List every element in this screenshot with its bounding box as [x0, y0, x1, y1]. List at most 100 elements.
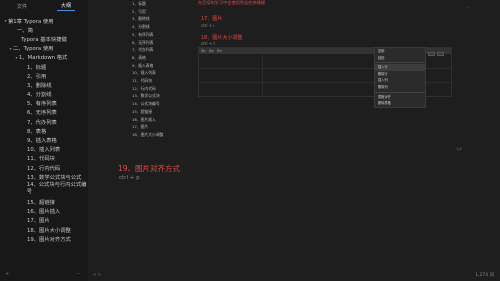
section-17-title: 17、图片 [201, 16, 223, 22]
outline-item[interactable]: 3、删除线 [0, 80, 88, 89]
outline-item-label: 14、公式块与行内公式编号 [26, 182, 87, 196]
outline-item-label: 7、代办列表 [27, 119, 57, 126]
outline-item-label: 10、插入列表 [27, 147, 61, 154]
outline-item[interactable]: 一、简 [0, 25, 88, 34]
outline-item[interactable]: 18、图片大小调整 [0, 225, 88, 234]
section-19-code: ctrl + p [119, 175, 140, 181]
table-col-1: 列1 [201, 49, 206, 53]
outline-item-label: 6、无序列表 [27, 110, 57, 117]
outline-item-label: 16、图片插入 [27, 209, 61, 216]
menu-separator [375, 62, 425, 64]
table-tool-button[interactable] [437, 52, 444, 56]
context-menu-item[interactable]: 表格对齐 [375, 94, 425, 101]
list-item: 18、图片大小调整 [132, 131, 164, 137]
sidebar-tabs: 文件 大纲 [0, 0, 88, 12]
outline-item[interactable]: 16、图片插入 [0, 207, 88, 216]
outline-item[interactable]: 2、引用 [0, 71, 88, 80]
table-col-2: 列2 [208, 49, 214, 53]
outline-item-label: 12、行内代码 [27, 165, 61, 172]
outline-item-label: 1、标题 [27, 64, 47, 71]
word-count[interactable]: 1,274 词 [475, 272, 494, 278]
list-item: 10、插入列表 [132, 70, 156, 76]
list-item: 1、标题 [132, 1, 146, 6]
table-col-3: 列3 [216, 49, 222, 53]
outline-item[interactable]: 7、代办列表 [0, 117, 88, 126]
menu-separator [375, 91, 425, 93]
outline-item-label: 2、引用 [27, 73, 47, 80]
outline-item[interactable]: ▾ 二、Typora 使用 [0, 44, 88, 53]
outline-item-label: 18、图片大小调整 [27, 227, 71, 234]
more-icon[interactable]: ⋯ [76, 271, 81, 277]
outline-item[interactable]: 15、超链接 [0, 197, 88, 206]
outline-item-label: 15、超链接 [27, 199, 55, 206]
list-item: 6、无序列表 [132, 39, 154, 45]
outline-tree: ▾ 第1章 Typora 使用一、简 Typora 基本快捷键 ▾ 二、Typora 使… [0, 12, 88, 243]
context-menu-item[interactable]: 删除表格 [375, 100, 425, 107]
list-item: 14、公式块编号 [132, 101, 160, 107]
context-menu-item[interactable]: 删除行 [375, 71, 425, 78]
outline-item[interactable]: ▾ 1、Markdown 格式 [0, 53, 88, 62]
outline-item[interactable]: 4、分割线 [0, 90, 88, 99]
outline-item[interactable]: 9、插入表格 [0, 135, 88, 144]
top-note: 在后续的学习中会使用到这些快捷键 [198, 0, 266, 5]
context-menu-item[interactable]: 复制 [375, 48, 425, 55]
list-item: 4、分割线 [132, 24, 150, 30]
context-menu-item[interactable]: 粘贴 [375, 55, 425, 62]
outline-item-label: 8、表格 [27, 128, 47, 135]
outline-item[interactable]: 11、代码块 [0, 154, 88, 163]
table-toolbar [428, 52, 444, 56]
sidebar: 文件 大纲 ▾ 第1章 Typora 使用一、简 Typora 基本快捷键 ▾ 二、Ty… [0, 0, 88, 281]
list-item: 9、插入表格 [132, 62, 154, 68]
list-item: 5、有序列表 [132, 31, 154, 37]
tab-outline[interactable]: 大纲 [56, 1, 76, 11]
outline-item-label: Typora 基本快捷键 [21, 36, 67, 43]
outline-item[interactable]: 17、图片 [0, 216, 88, 225]
outline-item-label: 17、图片 [27, 218, 50, 225]
outline-item-label: 13、数学公式块与公式 [27, 174, 82, 181]
outline-item-label: 9、插入表格 [27, 138, 57, 145]
add-icon[interactable]: + [5, 271, 9, 277]
list-item: 11、代码块 [132, 78, 153, 84]
outline-item-label: 第1章 Typora 使用 [8, 18, 54, 25]
outline-item[interactable]: 13、数学公式块与公式 [0, 172, 88, 181]
outline-item[interactable]: 19、图片对齐方式 [0, 234, 88, 243]
shortcut-list: 1、标题 2、引用 3、删除线 4、分割线 5、有序列表 6、无序列表 7、代办列表 8、表格… [132, 0, 163, 139]
list-item: 8、表格 [132, 54, 146, 60]
context-menu: 复制 粘贴插入行 删除行 插入列 删除列表格对齐 删除表格 [374, 47, 426, 108]
outline-item[interactable]: 5、有序列表 [0, 99, 88, 108]
outline-item[interactable]: 8、表格 [0, 126, 88, 135]
outline-item[interactable]: Typora 基本快捷键 [0, 34, 88, 43]
outline-item[interactable]: 14、公式块与行内公式编号 [0, 181, 88, 197]
more-options-icon[interactable]: ⋯ [467, 6, 471, 10]
outline-item[interactable]: 1、标题 [0, 62, 88, 71]
list-item: 16、图片插入 [132, 116, 156, 122]
outline-item[interactable]: ▾ 第1章 Typora 使用 [0, 16, 88, 25]
context-menu-item[interactable]: 删除列 [375, 84, 425, 91]
outline-item-label: 19、图片对齐方式 [27, 236, 71, 243]
section-17-code: ctrl + i [201, 23, 215, 28]
outline-item-label: 一、简 [17, 27, 33, 34]
editor[interactable]: 1、标题 2、引用 3、删除线 4、分割线 5、有序列表 6、无序列表 7、代办列表 8、表格… [88, 0, 500, 281]
outline-item-label: 4、分割线 [27, 92, 52, 99]
list-item: 17、图片 [132, 124, 149, 130]
section-19-title: 19、图片对齐方式 [118, 164, 181, 173]
context-menu-item[interactable]: 插入列 [375, 77, 425, 84]
outline-item-label: 二、Typora 使用 [13, 46, 54, 53]
tab-files[interactable]: 文件 [13, 2, 31, 11]
list-item: 12、行内代码 [132, 85, 156, 91]
context-menu-item[interactable]: 插入行 [375, 64, 425, 71]
outline-item-label: 5、有序列表 [27, 101, 57, 108]
outline-item[interactable]: 12、行内代码 [0, 163, 88, 172]
source-toggle[interactable]: < > [93, 272, 101, 277]
outline-item-label: 11、代码块 [27, 156, 55, 163]
section-18-title: 18、图片大小调整 [201, 35, 243, 41]
table-tool-button[interactable] [428, 52, 435, 56]
list-item: 7、代办列表 [132, 47, 154, 53]
outline-item[interactable]: 10、插入列表 [0, 145, 88, 154]
list-item: 2、引用 [132, 8, 146, 14]
list-item: 13、数学公式块 [132, 93, 160, 99]
outline-item[interactable]: 6、无序列表 [0, 108, 88, 117]
list-item: 15、超链接 [132, 108, 153, 114]
page-indicator: 1/2 [456, 147, 462, 151]
list-item: 3、删除线 [132, 16, 150, 22]
